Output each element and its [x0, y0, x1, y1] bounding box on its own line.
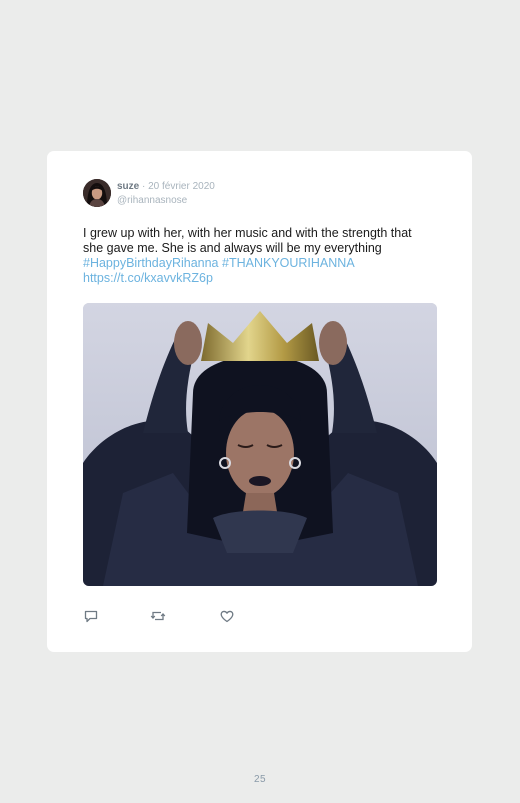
- like-button[interactable]: [219, 608, 235, 624]
- speech-bubble-icon: [84, 610, 98, 623]
- tweet-actions: [83, 608, 283, 624]
- tweet-text-line-1: I grew up with her, with her music and w…: [83, 226, 412, 240]
- author-handle[interactable]: @rihannasnose: [117, 194, 187, 207]
- media-photo: [83, 303, 437, 586]
- tweet-meta: suze · 20 février 2020: [117, 180, 215, 193]
- tweet-url-line: https://t.co/kxavvkRZ6p: [83, 271, 443, 286]
- page-number: 25: [253, 774, 267, 785]
- tweet-hashtags: #HappyBirthdayRihanna #THANKYOURIHANNA: [83, 256, 443, 271]
- meta-separator: ·: [139, 181, 149, 192]
- reply-button[interactable]: [83, 608, 99, 624]
- author-name[interactable]: suze: [117, 181, 139, 192]
- retweet-arrows-icon: [150, 611, 166, 621]
- tweet-card: suze · 20 février 2020 @rihannasnose I g…: [47, 151, 472, 652]
- hashtag-thankyourihanna[interactable]: #THANKYOURIHANNA: [222, 256, 355, 270]
- tweet-url[interactable]: https://t.co/kxavvkRZ6p: [83, 271, 213, 285]
- tweet-media[interactable]: [83, 303, 437, 586]
- tweet-date[interactable]: 20 février 2020: [148, 181, 215, 192]
- hashtag-happybirthdayrihanna[interactable]: #HappyBirthdayRihanna: [83, 256, 219, 270]
- heart-icon: [220, 610, 234, 623]
- avatar-photo: [83, 179, 111, 207]
- tweet-text: I grew up with her, with her music and w…: [83, 226, 443, 286]
- retweet-button[interactable]: [150, 608, 166, 624]
- tweet-text-line-2: she gave me. She is and always will be m…: [83, 241, 382, 255]
- avatar[interactable]: [83, 179, 111, 207]
